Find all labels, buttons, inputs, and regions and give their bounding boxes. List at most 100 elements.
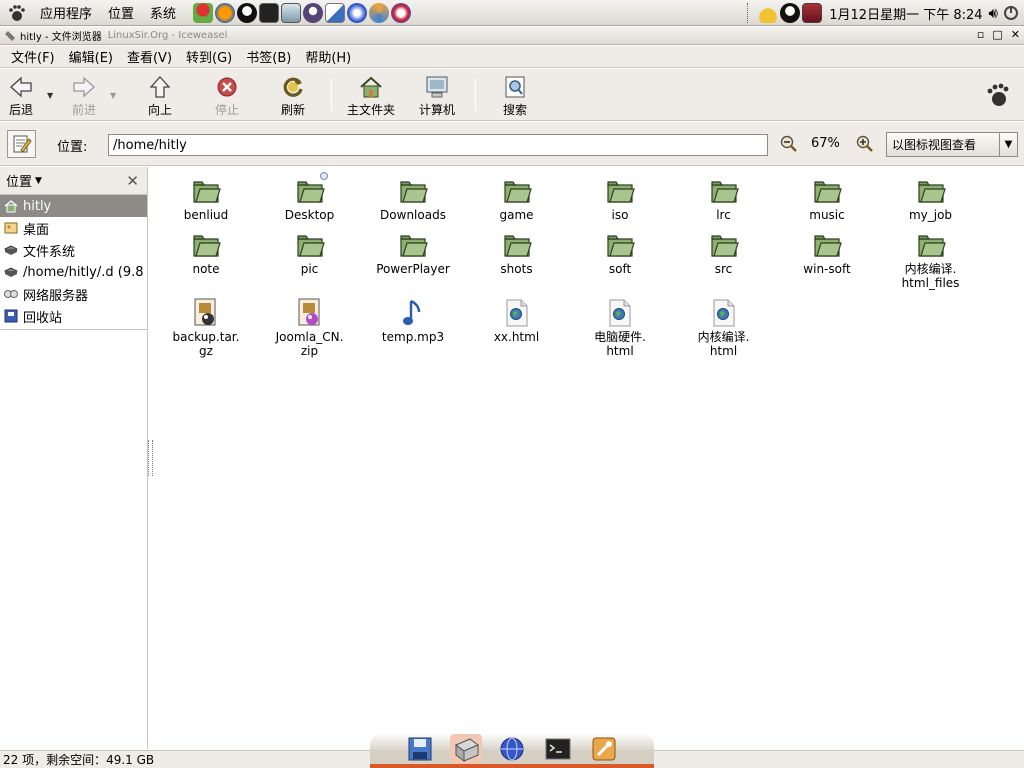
- sidebar-item-network[interactable]: 网络服务器: [0, 283, 147, 305]
- sidebar-item-mounted-volume[interactable]: /home/hitly/.d (9.8: [0, 261, 147, 283]
- sidebar-item-home[interactable]: hitly: [0, 195, 147, 217]
- qq-launcher-icon[interactable]: [237, 2, 258, 23]
- icon-view[interactable]: benliud Desktop Downloads game iso lrc music my…: [153, 167, 1024, 749]
- menu-file[interactable]: 文件(F): [4, 47, 62, 66]
- penguin-launcher-icon[interactable]: [303, 2, 324, 23]
- terminal-dock-icon[interactable]: [542, 734, 574, 764]
- tools-dock-icon[interactable]: [588, 734, 620, 764]
- stop-button[interactable]: 停止: [200, 75, 254, 118]
- emblem-icon: [319, 172, 328, 180]
- folder-icon: [915, 175, 947, 207]
- file-item[interactable]: temp.mp3: [360, 297, 466, 344]
- close-button[interactable]: ✕: [1011, 28, 1020, 41]
- qq-tray-icon[interactable]: [780, 3, 801, 23]
- forward-button[interactable]: 前进: [57, 75, 111, 118]
- home-folder-button[interactable]: 主文件夹: [344, 75, 398, 118]
- disk-dock-icon[interactable]: [404, 734, 436, 764]
- places-menu[interactable]: 位置: [100, 3, 142, 22]
- menu-go[interactable]: 转到(G): [179, 47, 239, 66]
- location-input[interactable]: [108, 134, 768, 156]
- reload-button[interactable]: 刷新: [266, 75, 320, 118]
- menu-bookmarks[interactable]: 书签(B): [239, 47, 298, 66]
- monitor-launcher-icon[interactable]: [281, 2, 302, 23]
- folder-item[interactable]: iso: [567, 175, 673, 222]
- folder-item[interactable]: shots: [464, 229, 570, 276]
- globe-dock-icon[interactable]: [496, 734, 528, 764]
- file-item[interactable]: 电脑硬件. html: [567, 297, 673, 358]
- sidebar-header[interactable]: 位置 ▼ ✕: [0, 167, 147, 195]
- zoom-level[interactable]: 67%: [811, 136, 840, 151]
- applications-menu[interactable]: 应用程序: [32, 3, 100, 22]
- sidebar-item-trash[interactable]: 回收站: [0, 305, 147, 327]
- music-note-icon: [397, 297, 429, 329]
- help-launcher-icon[interactable]: [391, 2, 412, 23]
- folder-icon: [604, 229, 636, 261]
- swirl-launcher-icon[interactable]: [369, 2, 390, 23]
- view-mode-select[interactable]: 以图标视图查看 ▼: [886, 132, 1018, 157]
- volume-icon[interactable]: 🔊︎: [989, 4, 998, 22]
- folder-item[interactable]: 内核编译. html_files: [878, 229, 984, 290]
- maximize-button[interactable]: □: [992, 28, 1002, 41]
- clock[interactable]: 1月12日星期一 下午 8:24: [823, 4, 988, 23]
- folder-item[interactable]: lrc: [671, 175, 777, 222]
- folder-item[interactable]: my_job: [878, 175, 984, 222]
- sidebar-item-desktop[interactable]: 桌面: [0, 217, 147, 239]
- folder-item[interactable]: pic: [257, 229, 363, 276]
- gnome-foot-icon[interactable]: [6, 2, 28, 24]
- sidebar-divider: [0, 329, 147, 330]
- file-name: win-soft: [803, 262, 851, 276]
- zoom-in-icon[interactable]: [856, 135, 874, 157]
- system-menu[interactable]: 系统: [142, 3, 184, 22]
- mushroom-launcher-icon[interactable]: [193, 2, 214, 23]
- drawers-dock-icon[interactable]: [450, 733, 482, 764]
- zoom-out-icon[interactable]: [780, 135, 798, 157]
- file-item[interactable]: 内核编译. html: [671, 297, 777, 358]
- folder-item[interactable]: note: [153, 229, 259, 276]
- file-name: xx.html: [493, 330, 540, 344]
- folder-item[interactable]: Desktop: [257, 172, 363, 222]
- folder-item[interactable]: Downloads: [360, 175, 466, 222]
- window-title: hitly - 文件浏览器: [20, 32, 102, 43]
- editor-launcher-icon[interactable]: [325, 2, 346, 23]
- menu-help[interactable]: 帮助(H): [298, 47, 358, 66]
- html-document-icon: [708, 297, 740, 329]
- search-button[interactable]: 搜索: [488, 75, 542, 118]
- folder-icon: [294, 229, 326, 261]
- folder-item[interactable]: win-soft: [774, 229, 880, 276]
- file-item[interactable]: Joomla_CN. zip: [257, 297, 363, 358]
- folder-item[interactable]: music: [774, 175, 880, 222]
- location-mode-toggle-button[interactable]: [7, 130, 36, 158]
- menu-edit[interactable]: 编辑(E): [62, 47, 120, 66]
- logout-icon[interactable]: [1001, 3, 1021, 23]
- window-titlebar[interactable]: hitly - 文件浏览器 LinuxSir.Org - Iceweasel ▫…: [0, 27, 1024, 45]
- firefox-launcher-icon[interactable]: [215, 2, 236, 23]
- file-name: temp.mp3: [381, 330, 445, 344]
- computer-button[interactable]: 计算机: [410, 75, 464, 118]
- notes-tray-icon[interactable]: [802, 3, 823, 23]
- up-button[interactable]: 向上: [133, 75, 187, 118]
- folder-item[interactable]: benliud: [153, 175, 259, 222]
- folder-item[interactable]: soft: [567, 229, 673, 276]
- terminal-launcher-icon[interactable]: [259, 2, 280, 23]
- folder-item[interactable]: PowerPlayer: [360, 229, 466, 276]
- sidebar-item-filesystem[interactable]: 文件系统: [0, 239, 147, 261]
- back-history-dropdown[interactable]: ▼: [47, 91, 53, 100]
- back-button[interactable]: 后退: [0, 75, 48, 118]
- folder-item[interactable]: src: [671, 229, 777, 276]
- forward-history-dropdown[interactable]: ▼: [110, 91, 116, 100]
- web-launcher-icon[interactable]: [347, 2, 368, 23]
- dock: [370, 733, 654, 768]
- folder-item[interactable]: game: [464, 175, 570, 222]
- menu-view[interactable]: 查看(V): [120, 47, 179, 66]
- file-item[interactable]: backup.tar. gz: [153, 297, 259, 358]
- lock-tray-icon[interactable]: [758, 3, 779, 23]
- file-name: benliud: [183, 208, 229, 222]
- sidebar-close-icon[interactable]: ✕: [126, 172, 139, 190]
- back-arrow-icon: [8, 75, 34, 99]
- file-name: 电脑硬件. html: [594, 330, 646, 358]
- file-name: iso: [611, 208, 629, 222]
- minimize-button[interactable]: ▫: [977, 28, 984, 41]
- home-icon: [3, 198, 19, 214]
- folder-icon: [708, 229, 740, 261]
- file-item[interactable]: xx.html: [464, 297, 570, 344]
